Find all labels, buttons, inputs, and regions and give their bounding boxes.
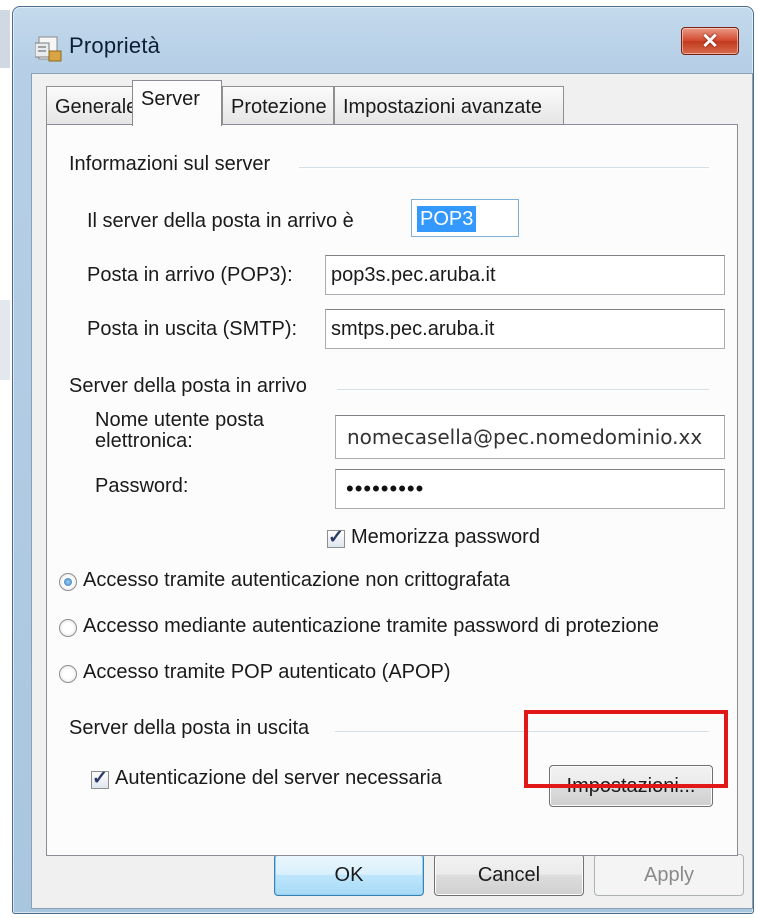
auth-option-radio[interactable]: [59, 665, 77, 683]
tab-label: Impostazioni avanzate: [343, 96, 543, 118]
remember-password-checkbox[interactable]: ✓: [327, 527, 345, 548]
group-label-server-info: Informazioni sul server: [69, 153, 271, 175]
username-label: Nome utente posta elettronica:: [95, 410, 264, 452]
background-window-edge: [0, 300, 10, 380]
tab-impostazioni-avanzate[interactable]: Impostazioni avanzate: [334, 86, 564, 126]
background-window-edge: [0, 10, 10, 68]
remember-password-label: Memorizza password: [351, 526, 540, 548]
outgoing-server-input[interactable]: smtps.pec.aruba.it: [325, 309, 725, 349]
auth-option-label[interactable]: Accesso mediante autenticazione tramite …: [83, 615, 659, 638]
tab-server[interactable]: Server: [132, 80, 222, 126]
tab-label: Server: [141, 88, 200, 110]
group-label-outgoing-server: Server della posta in uscita: [69, 717, 310, 739]
auth-option-radio[interactable]: [59, 573, 77, 591]
username-label-line1: Nome utente posta: [95, 409, 264, 431]
dialog-title: Proprietà: [69, 33, 161, 58]
checkmark-icon: ✓: [92, 768, 108, 789]
incoming-server-label: Posta in arrivo (POP3):: [87, 264, 293, 286]
auth-option-label[interactable]: Accesso tramite POP autenticato (APOP): [83, 661, 451, 684]
password-input[interactable]: •••••••••: [335, 469, 725, 509]
apply-button[interactable]: Apply: [594, 854, 744, 896]
auth-required-checkbox[interactable]: ✓: [91, 768, 109, 789]
incoming-type-field[interactable]: POP3: [411, 199, 519, 237]
ok-button[interactable]: OK: [274, 854, 424, 896]
checkmark-icon: ✓: [328, 527, 344, 548]
incoming-type-value: POP3: [417, 206, 477, 232]
tab-generale[interactable]: Generale: [46, 86, 138, 126]
incoming-type-label: Il server della posta in arrivo è: [87, 210, 354, 232]
auth-required-label: Autenticazione del server necessaria: [115, 767, 442, 789]
outgoing-server-label: Posta in uscita (SMTP):: [87, 318, 298, 340]
group-divider: [299, 167, 709, 169]
auth-option-label[interactable]: Accesso tramite autenticazione non critt…: [83, 569, 510, 592]
title-bar[interactable]: Proprietà ✕: [13, 7, 753, 77]
tab-label: Protezione: [231, 96, 327, 118]
highlight-box: [524, 710, 728, 788]
password-label: Password:: [95, 475, 189, 497]
username-input[interactable]: nomecasella@pec.nomedominio.xx: [335, 415, 725, 459]
username-label-line2: elettronica:: [95, 430, 193, 452]
properties-icon: [35, 36, 62, 62]
tab-label: Generale: [55, 96, 138, 118]
group-divider: [337, 389, 709, 391]
cancel-button[interactable]: Cancel: [434, 854, 584, 896]
incoming-server-input[interactable]: pop3s.pec.aruba.it: [325, 255, 725, 295]
tab-protezione[interactable]: Protezione: [222, 86, 334, 126]
auth-option-radio[interactable]: [59, 619, 77, 637]
group-label-incoming-server: Server della posta in arrivo: [69, 375, 307, 397]
close-x-icon: ✕: [701, 30, 719, 53]
close-button[interactable]: ✕: [681, 27, 739, 55]
